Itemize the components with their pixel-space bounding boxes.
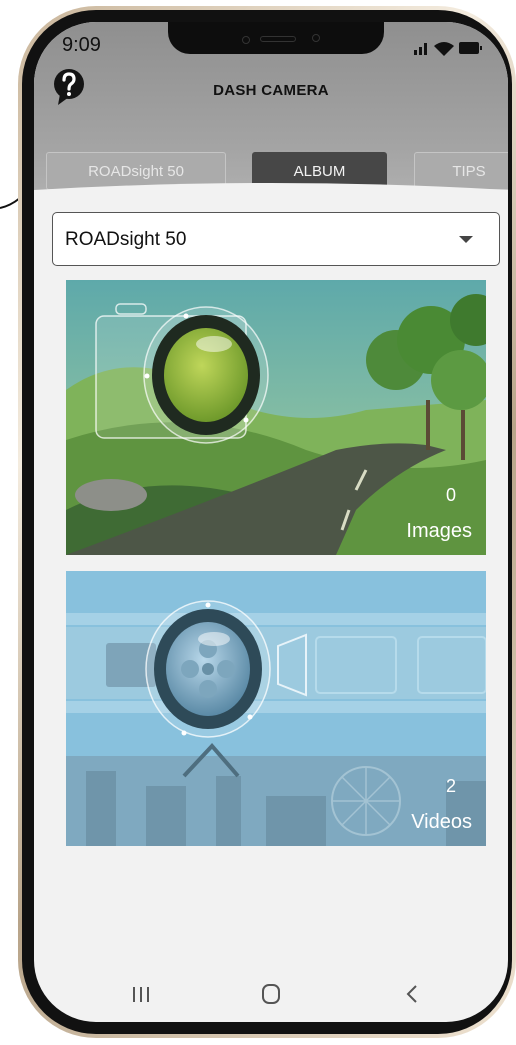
images-label: Images xyxy=(406,520,472,542)
back-icon[interactable] xyxy=(398,980,428,1008)
device-select[interactable]: ROADsight 50 xyxy=(52,212,500,266)
images-illustration xyxy=(66,280,486,555)
videos-illustration xyxy=(66,571,486,846)
speaker-slot xyxy=(260,36,296,42)
videos-count: 2 xyxy=(445,776,456,796)
dropdown-arrow-icon xyxy=(459,236,473,243)
system-nav-bar xyxy=(34,968,508,1022)
recents-icon[interactable] xyxy=(126,980,156,1008)
status-time: 9:09 xyxy=(62,34,101,56)
header-curve xyxy=(34,183,508,212)
camera-notch xyxy=(168,22,384,54)
videos-card[interactable]: 2 Videos xyxy=(66,571,486,846)
tab-album-label: ALBUM xyxy=(293,162,346,180)
images-card[interactable]: 0 Images xyxy=(66,280,486,555)
signal-icon xyxy=(414,43,427,55)
wifi-icon xyxy=(434,42,454,56)
app-screen: 9:09 DASH CAMERA ROADsight 50 ALBUM TIPS… xyxy=(34,22,508,1022)
videos-label: Videos xyxy=(411,811,472,833)
app-title: DASH CAMERA xyxy=(213,82,329,99)
status-icons xyxy=(414,42,482,56)
tab-tips-label: TIPS xyxy=(452,162,486,180)
device-select-value: ROADsight 50 xyxy=(65,229,187,250)
front-camera-dot xyxy=(312,34,320,42)
app-header: 9:09 DASH CAMERA ROADsight 50 ALBUM TIPS xyxy=(34,22,508,212)
sensor-dot xyxy=(242,36,250,44)
tab-device-label: ROADsight 50 xyxy=(88,162,184,180)
home-icon[interactable] xyxy=(256,980,286,1008)
battery-icon xyxy=(459,42,482,54)
images-count: 0 xyxy=(445,485,456,505)
